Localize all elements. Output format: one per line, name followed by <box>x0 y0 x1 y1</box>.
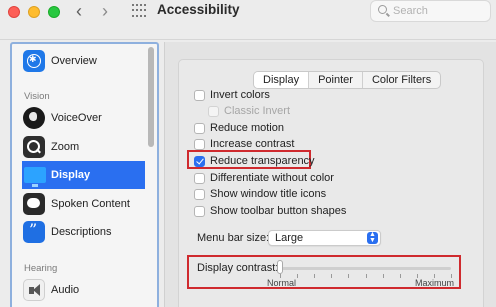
back-button[interactable]: ‹ <box>68 1 90 23</box>
zoom-window-button[interactable] <box>48 6 60 18</box>
differentiate-without-color-option[interactable]: Differentiate without color <box>194 171 334 185</box>
option-label: Show window title icons <box>210 188 327 200</box>
descriptions-icon <box>23 220 45 243</box>
display-contrast-highlight-box: Display contrast: Normal Maximum <box>187 255 461 289</box>
classic-invert-option[interactable]: Classic Invert <box>208 104 290 118</box>
reduce-transparency-checkbox[interactable] <box>194 155 205 167</box>
option-label: Classic Invert <box>224 105 291 117</box>
sidebar-item-display[interactable]: Display <box>22 161 145 189</box>
tab-pointer[interactable]: Pointer <box>309 72 363 88</box>
slider-tick <box>400 274 401 278</box>
slider-tick <box>331 274 332 278</box>
sidebar-item-overview[interactable]: Overview <box>12 47 145 75</box>
sidebar-item-zoom[interactable]: Zoom <box>12 133 145 161</box>
sidebar-scrollbar[interactable] <box>148 47 154 147</box>
sidebar-item-label: VoiceOver <box>51 112 102 124</box>
main-pane: Display Pointer Color Filters Invert col… <box>164 42 496 307</box>
zoom-icon <box>23 136 45 158</box>
differentiate-without-color-checkbox[interactable] <box>194 172 205 184</box>
voiceover-icon <box>23 107 45 129</box>
increase-contrast-checkbox[interactable] <box>194 138 205 150</box>
sidebar-item-label: Overview <box>51 55 97 67</box>
tab-color-filters[interactable]: Color Filters <box>363 72 440 88</box>
sidebar-item-label: Descriptions <box>51 226 112 238</box>
search-field[interactable] <box>370 0 491 22</box>
title-bar: ‹ › Accessibility <box>0 0 496 40</box>
tab-bar: Display Pointer Color Filters <box>253 71 442 89</box>
slider-min-label: Normal <box>267 278 297 288</box>
minimize-window-button[interactable] <box>28 6 40 18</box>
search-input[interactable] <box>393 3 487 19</box>
sidebar-item-descriptions[interactable]: Descriptions <box>12 218 145 246</box>
spoken-content-icon <box>23 193 45 215</box>
menu-bar-size-value: Large <box>275 232 304 244</box>
option-label: Invert colors <box>210 89 270 101</box>
slider-max-label: Maximum <box>415 278 455 288</box>
reduce-motion-checkbox[interactable] <box>194 122 205 134</box>
sidebar: Overview Vision VoiceOver Zoom Display S… <box>10 42 159 307</box>
slider-tick <box>314 274 315 278</box>
section-heading-hearing: Hearing <box>24 263 58 274</box>
invert-colors-checkbox[interactable] <box>194 89 205 101</box>
option-label: Reduce motion <box>210 122 284 134</box>
invert-colors-option[interactable]: Invert colors <box>194 88 270 102</box>
section-heading-vision: Vision <box>24 91 50 102</box>
sidebar-item-audio[interactable]: Audio <box>12 276 145 304</box>
display-contrast-label: Display contrast: <box>197 262 279 274</box>
slider-tick <box>383 274 384 278</box>
slider-tick <box>366 274 367 278</box>
menu-bar-size-select[interactable]: Large ▲ ▼ <box>268 230 381 246</box>
slider-tick <box>348 274 349 278</box>
reduce-motion-option[interactable]: Reduce motion <box>194 121 284 135</box>
sidebar-item-label: Spoken Content <box>51 198 130 210</box>
sidebar-item-label: Display <box>51 169 91 181</box>
menu-bar-size-label: Menu bar size: <box>197 232 270 244</box>
option-label: Increase contrast <box>210 138 295 150</box>
tab-display[interactable]: Display <box>254 72 310 88</box>
chevron-left-icon: ‹ <box>76 1 82 21</box>
increase-contrast-option[interactable]: Increase contrast <box>194 137 294 151</box>
sidebar-item-spoken-content[interactable]: Spoken Content <box>12 190 145 218</box>
show-window-title-icons-option[interactable]: Show window title icons <box>194 187 326 201</box>
option-label: Show toolbar button shapes <box>210 205 347 217</box>
show-all-grid-icon[interactable] <box>132 4 146 18</box>
display-icon <box>24 167 46 187</box>
slider-tick <box>297 274 298 278</box>
sidebar-item-label: Zoom <box>51 141 80 153</box>
display-contrast-slider-track[interactable] <box>279 267 451 270</box>
reduce-transparency-option[interactable]: Reduce transparency <box>194 154 315 168</box>
overview-icon <box>23 50 45 72</box>
window-title: Accessibility <box>157 2 240 17</box>
option-label: Reduce transparency <box>210 155 315 167</box>
display-contrast-slider-thumb[interactable] <box>277 260 283 274</box>
close-window-button[interactable] <box>8 6 20 18</box>
sidebar-item-label: Audio <box>51 284 80 296</box>
up-down-chevron-icon: ▲ ▼ <box>367 231 378 244</box>
search-icon <box>378 5 387 14</box>
forward-button[interactable]: › <box>94 1 116 23</box>
show-toolbar-button-shapes-checkbox[interactable] <box>194 205 205 217</box>
chevron-right-icon: › <box>102 1 108 21</box>
sidebar-item-voiceover[interactable]: VoiceOver <box>12 104 145 132</box>
option-label: Differentiate without color <box>210 172 334 184</box>
classic-invert-checkbox[interactable] <box>208 105 219 117</box>
show-window-title-icons-checkbox[interactable] <box>194 188 205 200</box>
show-toolbar-button-shapes-option[interactable]: Show toolbar button shapes <box>194 204 346 218</box>
audio-icon <box>23 279 45 301</box>
